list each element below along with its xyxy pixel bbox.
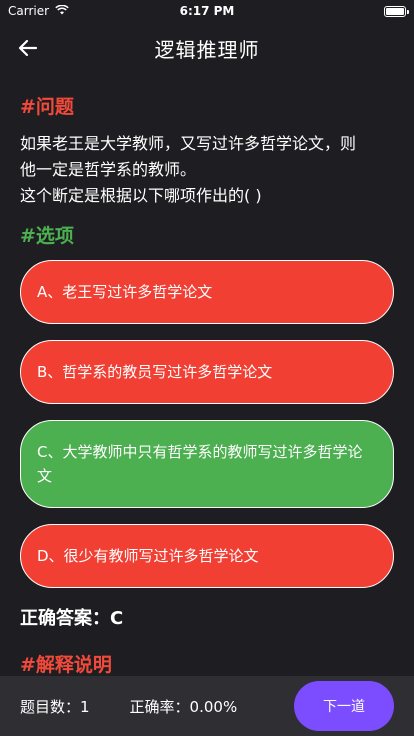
status-left: Carrier — [8, 4, 69, 18]
option-label: C、大学教师中只有哲学系的教师写过许多哲学论文 — [37, 443, 363, 485]
option-a-button[interactable]: A、老王写过许多哲学论文 — [20, 260, 394, 324]
option-label: B、哲学系的教员写过许多哲学论文 — [37, 363, 273, 381]
bottom-bar: 题目数：1 正确率：0.00% 下一道 — [0, 676, 414, 736]
option-label: D、很少有教师写过许多哲学论文 — [37, 547, 259, 565]
carrier-label: Carrier — [8, 4, 50, 18]
next-question-button[interactable]: 下一道 — [294, 681, 394, 731]
question-line: 如果老王是大学教师，又写过许多哲学论文，则 — [20, 134, 357, 153]
accuracy-rate: 正确率：0.00% — [129, 697, 238, 716]
option-b-button[interactable]: B、哲学系的教员写过许多哲学论文 — [20, 340, 394, 404]
wifi-icon — [55, 4, 69, 18]
battery-icon — [384, 5, 409, 17]
question-heading: #问题 — [20, 96, 74, 118]
explanation-heading: #解释说明 — [20, 654, 112, 676]
option-d-button[interactable]: D、很少有教师写过许多哲学论文 — [20, 524, 394, 588]
options-list: A、老王写过许多哲学论文 B、哲学系的教员写过许多哲学论文 C、大学教师中只有哲… — [20, 260, 394, 588]
option-label: A、老王写过许多哲学论文 — [37, 283, 213, 301]
page-title: 逻辑推理师 — [154, 37, 260, 62]
question-count: 题目数：1 — [20, 697, 90, 716]
question-line: 他一定是哲学系的教师。 — [20, 160, 197, 179]
options-heading: #选项 — [20, 225, 74, 247]
correct-answer: 正确答案：C — [20, 608, 124, 629]
battery-fill — [386, 7, 404, 15]
status-bar: Carrier 6:17 PM — [0, 0, 414, 22]
nav-bar: 逻辑推理师 — [0, 22, 414, 74]
question-text: 如果老王是大学教师，又写过许多哲学论文，则 他一定是哲学系的教师。 这个断定是根… — [20, 131, 394, 209]
main-content: #问题 如果老王是大学教师，又写过许多哲学论文，则 他一定是哲学系的教师。 这个… — [20, 88, 394, 677]
arrow-left-icon — [18, 39, 38, 57]
option-c-button[interactable]: C、大学教师中只有哲学系的教师写过许多哲学论文 — [20, 420, 394, 508]
question-line: 这个断定是根据以下哪项作出的( ) — [20, 186, 262, 205]
back-button[interactable] — [14, 34, 42, 62]
